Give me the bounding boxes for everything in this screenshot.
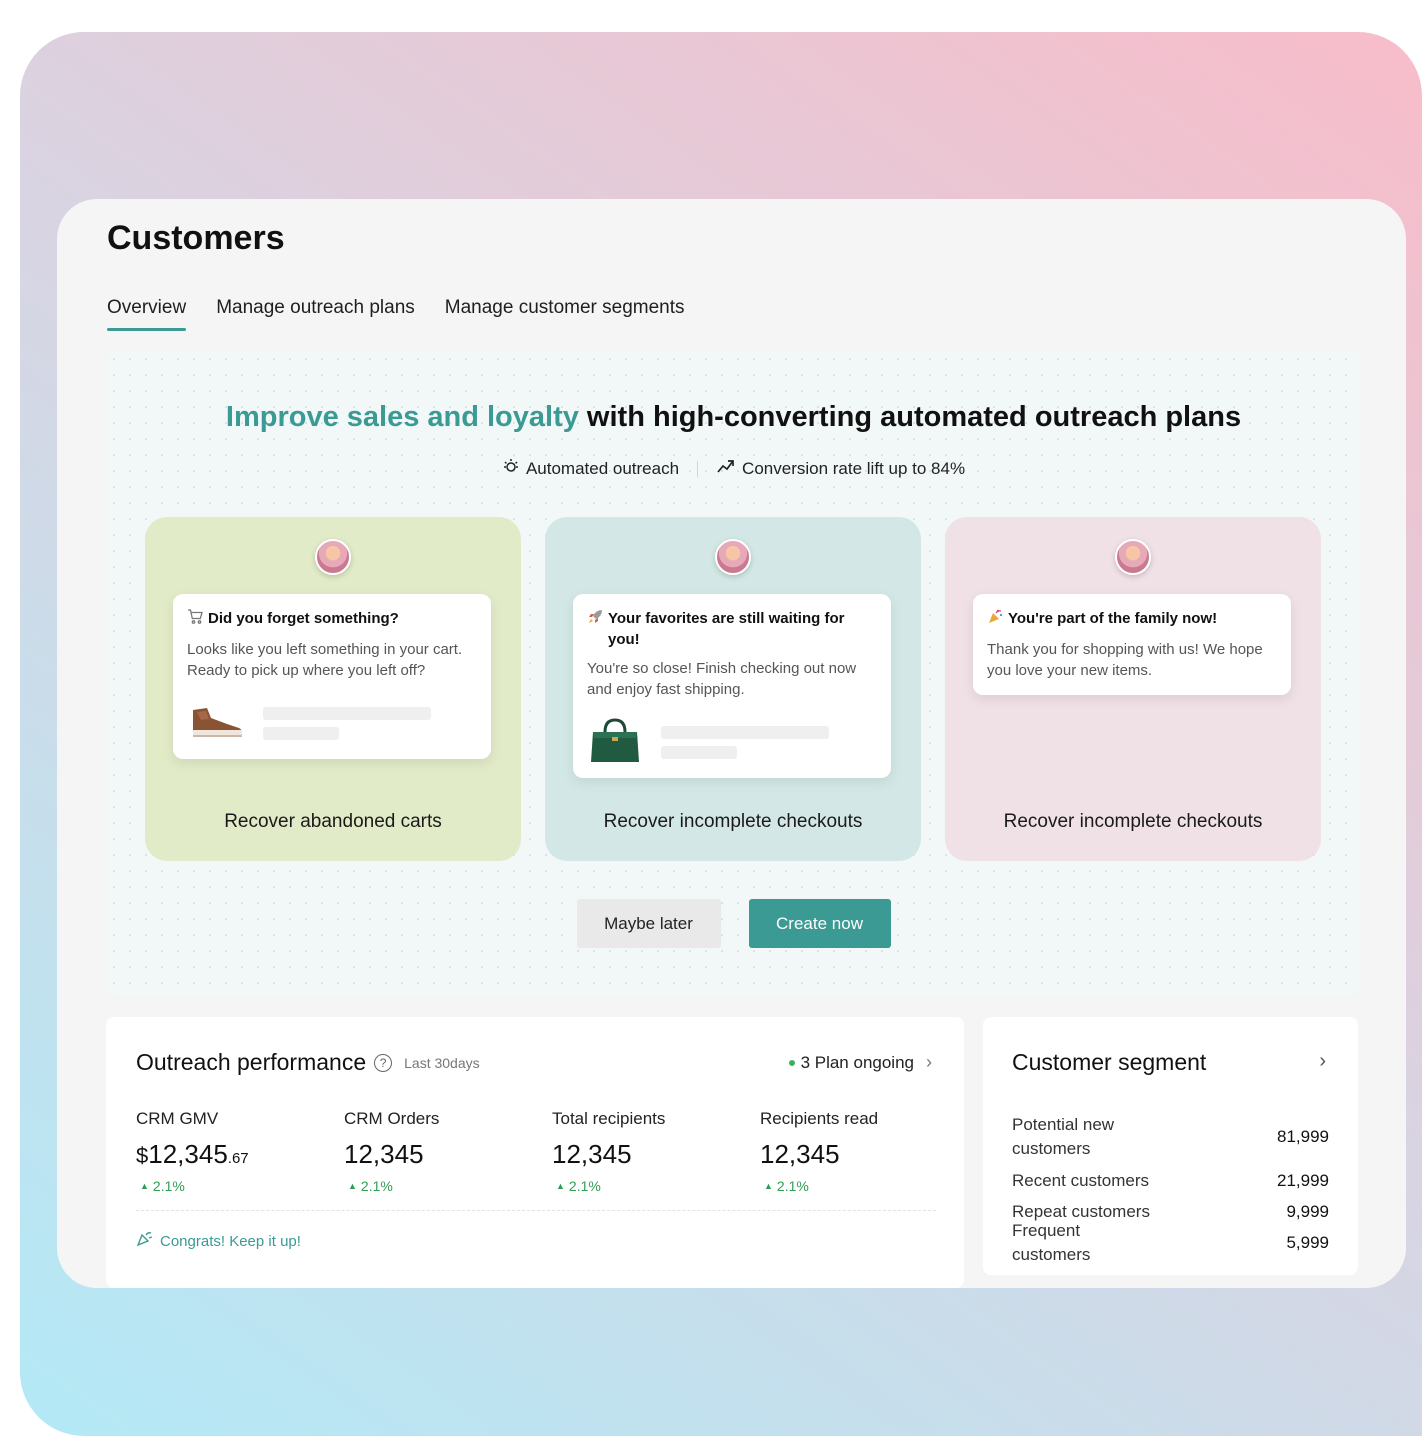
party-popper-icon bbox=[136, 1231, 154, 1251]
metric-total-recipients: Total recipients 12,345 ▲ 2.1% bbox=[552, 1109, 666, 1194]
segment-list: Potential new customers 81,999 Recent cu… bbox=[1012, 1109, 1329, 1264]
congrats-message: Congrats! Keep it up! bbox=[136, 1231, 301, 1251]
feature-label: Conversion rate lift up to 84% bbox=[742, 458, 966, 478]
feature-conversion-lift: Conversion rate lift up to 84% bbox=[716, 457, 965, 480]
text-placeholder bbox=[661, 725, 829, 759]
triangle-up-icon: ▲ bbox=[348, 1181, 357, 1191]
outreach-performance-card: Outreach performance ? Last 30days 3 Pla… bbox=[106, 1017, 964, 1288]
page-title: Customers bbox=[107, 219, 285, 257]
automation-icon bbox=[502, 457, 520, 480]
handbag-icon bbox=[587, 716, 643, 769]
message-body: You're so close! Finish checking out now… bbox=[587, 660, 857, 698]
help-icon[interactable]: ? bbox=[374, 1053, 393, 1072]
metric-crm-gmv: CRM GMV $12,345.67 ▲ 2.1% bbox=[136, 1109, 249, 1194]
plan-card-new-customer-welcome[interactable]: You're part of the family now! Thank you… bbox=[945, 517, 1321, 861]
promo-headline: Improve sales and loyalty with high-conv… bbox=[106, 401, 1361, 434]
message-body: Looks like you left something in your ca… bbox=[187, 641, 463, 679]
tab-manage-outreach-plans[interactable]: Manage outreach plans bbox=[216, 297, 415, 331]
segment-row-recent[interactable]: Recent customers 21,999 bbox=[1012, 1165, 1329, 1196]
rocket-icon bbox=[587, 608, 604, 650]
plan-label: Recover abandoned carts bbox=[224, 811, 442, 832]
divider bbox=[136, 1210, 936, 1211]
plan-ongoing-link[interactable]: 3 Plan ongoing › bbox=[788, 1052, 932, 1073]
customer-segment-card: Customer segment › Potential new custome… bbox=[983, 1017, 1358, 1275]
outreach-promo-banner: Improve sales and loyalty with high-conv… bbox=[106, 351, 1361, 996]
metric-recipients-read: Recipients read 12,345 ▲ 2.1% bbox=[760, 1109, 879, 1194]
promo-headline-rest: with high-converting automated outreach … bbox=[578, 401, 1242, 433]
card-title: Customer segment bbox=[1012, 1049, 1207, 1075]
triangle-up-icon: ▲ bbox=[764, 1181, 773, 1191]
message-body: Thank you for shopping with us! We hope … bbox=[987, 641, 1263, 679]
shoe-icon bbox=[187, 702, 245, 745]
plan-card-incomplete-checkouts[interactable]: Your favorites are still waiting for you… bbox=[545, 517, 921, 861]
product-preview bbox=[187, 701, 477, 745]
segment-row-frequent[interactable]: Frequent customers 5,999 bbox=[1012, 1221, 1329, 1264]
tab-overview[interactable]: Overview bbox=[107, 297, 187, 331]
party-popper-icon bbox=[987, 608, 1004, 631]
tab-manage-customer-segments[interactable]: Manage customer segments bbox=[445, 297, 685, 331]
text-placeholder bbox=[263, 706, 431, 740]
chevron-right-icon[interactable]: › bbox=[1319, 1050, 1326, 1073]
triangle-up-icon: ▲ bbox=[556, 1181, 565, 1191]
avatar bbox=[315, 539, 351, 575]
triangle-up-icon: ▲ bbox=[140, 1181, 149, 1191]
feature-divider bbox=[697, 460, 699, 477]
promo-headline-accent: Improve sales and loyalty bbox=[225, 401, 579, 433]
message-preview: You're part of the family now! Thank you… bbox=[973, 594, 1291, 695]
chevron-right-icon: › bbox=[926, 1052, 932, 1072]
promo-actions: Maybe later Create now bbox=[106, 899, 1361, 948]
message-preview: Did you forget something? Looks like you… bbox=[173, 594, 491, 759]
card-title: Outreach performance bbox=[136, 1049, 367, 1075]
maybe-later-button[interactable]: Maybe later bbox=[576, 899, 721, 948]
message-title: You're part of the family now! bbox=[1008, 610, 1218, 627]
message-title: Your favorites are still waiting for you… bbox=[608, 610, 845, 648]
segment-row-potential-new[interactable]: Potential new customers 81,999 bbox=[1012, 1109, 1329, 1165]
promo-features: Automated outreach Conversion rate lift … bbox=[106, 457, 1361, 480]
metrics-row: CRM GMV $12,345.67 ▲ 2.1% CRM Orders 12,3… bbox=[136, 1109, 968, 1194]
plan-label: Recover incomplete checkouts bbox=[1003, 811, 1263, 832]
customers-page: Customers Overview Manage outreach plans… bbox=[57, 199, 1406, 1288]
feature-automated-outreach: Automated outreach bbox=[502, 457, 679, 480]
status-text: 3 Plan ongoing bbox=[800, 1052, 914, 1072]
avatar bbox=[715, 539, 751, 575]
date-range: Last 30days bbox=[404, 1054, 480, 1071]
product-preview bbox=[587, 717, 877, 764]
status-dot bbox=[788, 1059, 795, 1066]
message-preview: Your favorites are still waiting for you… bbox=[573, 594, 891, 778]
plan-label: Recover incomplete checkouts bbox=[603, 811, 863, 832]
tab-bar: Overview Manage outreach plans Manage cu… bbox=[107, 297, 685, 331]
avatar bbox=[1115, 539, 1151, 575]
create-now-button[interactable]: Create now bbox=[748, 899, 891, 948]
message-title: Did you forget something? bbox=[208, 610, 399, 627]
plan-card-abandoned-carts[interactable]: Did you forget something? Looks like you… bbox=[145, 517, 521, 861]
cart-icon bbox=[187, 608, 204, 631]
trend-up-icon bbox=[716, 457, 736, 480]
feature-label: Automated outreach bbox=[525, 458, 680, 478]
metric-crm-orders: CRM Orders 12,345 ▲ 2.1% bbox=[344, 1109, 440, 1194]
